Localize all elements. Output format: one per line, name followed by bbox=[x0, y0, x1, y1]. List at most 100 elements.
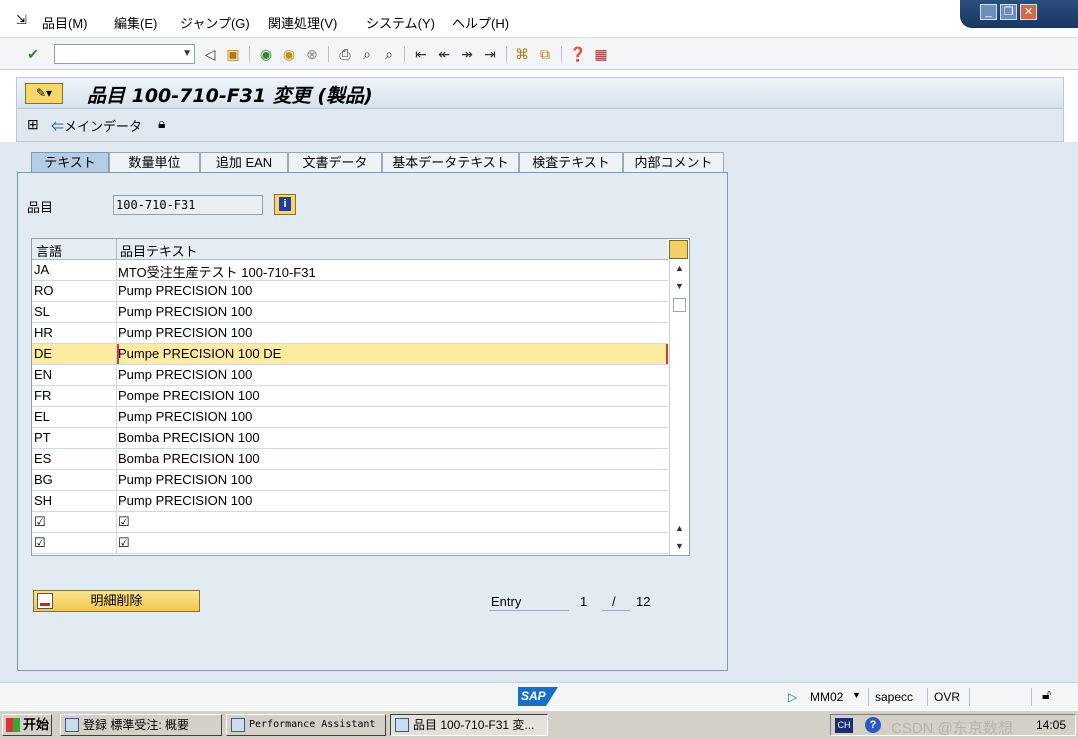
scroll-down-icon[interactable]: ▼ bbox=[673, 280, 686, 293]
additional-data-icon[interactable]: ⊞ bbox=[27, 116, 39, 133]
language-cell[interactable]: ☑ bbox=[34, 535, 46, 551]
print-icon[interactable]: ⎙ bbox=[336, 45, 354, 63]
material-text-cell[interactable]: Pump PRECISION 100 bbox=[118, 493, 252, 508]
restore-button[interactable]: ❐ bbox=[1000, 4, 1017, 20]
language-cell[interactable]: HR bbox=[34, 325, 53, 340]
material-text-cell[interactable]: Pompe PRECISION 100 bbox=[118, 388, 260, 403]
find-next-icon[interactable]: ⌕ bbox=[380, 45, 398, 63]
help-icon[interactable]: ❓ bbox=[569, 45, 587, 63]
material-text-cell[interactable]: ☑ bbox=[118, 535, 130, 551]
table-row[interactable]: EN Pump PRECISION 100 bbox=[32, 365, 668, 386]
column-header-language[interactable]: 言語 bbox=[36, 241, 62, 260]
next-page-icon[interactable]: ↠ bbox=[458, 45, 476, 63]
table-row[interactable]: BG Pump PRECISION 100 bbox=[32, 470, 668, 491]
language-cell[interactable]: FR bbox=[34, 388, 51, 403]
table-row[interactable]: RO Pump PRECISION 100 bbox=[32, 281, 668, 302]
tab-basic-data-text[interactable]: 基本データテキスト bbox=[382, 152, 519, 173]
tab-inspection-text[interactable]: 検査テキスト bbox=[519, 152, 623, 173]
table-row[interactable]: SL Pump PRECISION 100 bbox=[32, 302, 668, 323]
tab-document-data[interactable]: 文書データ bbox=[288, 152, 382, 173]
menu-help[interactable]: ヘルプ(H) bbox=[452, 13, 509, 32]
tab-units-of-measure[interactable]: 数量単位 bbox=[109, 152, 200, 173]
material-text-cell[interactable]: Pump PRECISION 100 bbox=[118, 283, 252, 298]
column-header-material-text[interactable]: 品目テキスト bbox=[120, 241, 198, 260]
tab-additional-ean[interactable]: 追加 EAN bbox=[200, 152, 288, 173]
table-row[interactable]: SH Pump PRECISION 100 bbox=[32, 491, 668, 512]
lock-icon[interactable]: 🔓︎ bbox=[1042, 686, 1051, 703]
scroll-up-icon[interactable]: ▲ bbox=[673, 262, 686, 275]
command-field[interactable]: ▼ bbox=[54, 44, 195, 64]
menu-system[interactable]: システム(Y) bbox=[366, 13, 435, 32]
language-cell[interactable]: ES bbox=[34, 451, 51, 466]
tab-text[interactable]: テキスト bbox=[31, 152, 109, 173]
material-text-cell[interactable]: Bomba PRECISION 100 bbox=[118, 451, 260, 466]
language-cell[interactable]: ☑ bbox=[34, 514, 46, 530]
language-cell[interactable]: SL bbox=[34, 304, 50, 319]
page-down-icon[interactable]: ▼ bbox=[673, 540, 686, 553]
taskbar-item-material-change[interactable]: 品目 100-710-F31 変... bbox=[390, 714, 548, 736]
ime-indicator[interactable]: CH bbox=[835, 718, 853, 733]
menu-goto[interactable]: ジャンプ(G) bbox=[180, 13, 250, 32]
help-icon[interactable]: ? bbox=[865, 717, 881, 733]
menu-material[interactable]: 品目(M) bbox=[42, 13, 88, 32]
table-row[interactable]: DE Pumpe PRECISION 100 DE bbox=[32, 344, 668, 365]
find-icon[interactable]: ⌕ bbox=[358, 45, 376, 63]
start-button[interactable]: 开始 bbox=[2, 714, 52, 736]
command-history-back-icon[interactable]: ◁ bbox=[201, 45, 219, 63]
table-row[interactable]: JA MTO受注生産テスト 100-710-F31 bbox=[32, 260, 668, 281]
table-row[interactable]: FR Pompe PRECISION 100 bbox=[32, 386, 668, 407]
new-session-icon[interactable]: ⌘ bbox=[513, 45, 531, 63]
menu-exit-icon[interactable]: ⇲ bbox=[16, 12, 27, 28]
material-text-cell[interactable]: ☑ bbox=[118, 514, 130, 530]
material-text-cell[interactable]: Pump PRECISION 100 bbox=[118, 472, 252, 487]
minimize-button[interactable]: _ bbox=[980, 4, 997, 20]
table-row[interactable]: EL Pump PRECISION 100 bbox=[32, 407, 668, 428]
material-text-cell[interactable]: MTO受注生産テスト 100-710-F31 bbox=[118, 262, 316, 281]
layout-menu-icon[interactable]: ▦ bbox=[592, 45, 610, 63]
language-cell[interactable]: RO bbox=[34, 283, 54, 298]
language-cell[interactable]: SH bbox=[34, 493, 52, 508]
last-page-icon[interactable]: ⇥ bbox=[481, 45, 499, 63]
previous-page-icon[interactable]: ↞ bbox=[435, 45, 453, 63]
material-text-cell[interactable]: Pump PRECISION 100 bbox=[118, 367, 252, 382]
vertical-scrollbar[interactable]: ▲ ▼ ▲ ▼ bbox=[669, 260, 689, 555]
first-page-icon[interactable]: ⇤ bbox=[412, 45, 430, 63]
page-up-icon[interactable]: ▲ bbox=[673, 522, 686, 535]
material-text-cell[interactable]: Bomba PRECISION 100 bbox=[118, 430, 260, 445]
table-row[interactable]: ES Bomba PRECISION 100 bbox=[32, 449, 668, 470]
taskbar-item-sales-order[interactable]: 登録 標準受注: 概要 bbox=[60, 714, 222, 736]
enter-check-icon[interactable]: ✔ bbox=[24, 45, 42, 63]
chevron-down-icon[interactable]: ▼ bbox=[182, 48, 192, 59]
info-button[interactable]: i bbox=[274, 194, 296, 215]
language-cell[interactable]: EN bbox=[34, 367, 52, 382]
table-row[interactable]: PT Bomba PRECISION 100 bbox=[32, 428, 668, 449]
material-text-cell[interactable]: Pump PRECISION 100 bbox=[118, 325, 252, 340]
cancel-icon[interactable]: ⊗ bbox=[303, 45, 321, 63]
display-change-icon[interactable]: ✎▾ bbox=[25, 83, 63, 104]
table-row[interactable]: ☑ ☑ bbox=[32, 512, 668, 533]
language-cell[interactable]: PT bbox=[34, 430, 51, 445]
insert-mode[interactable]: OVR bbox=[934, 690, 960, 704]
chevron-down-icon[interactable]: ▼ bbox=[852, 690, 861, 700]
main-data-button[interactable]: ⇐メインデータ bbox=[51, 116, 142, 135]
taskbar-item-performance-assistant[interactable]: Performance Assistant bbox=[226, 714, 386, 736]
close-button[interactable]: ✕ bbox=[1020, 4, 1037, 20]
delete-detail-button[interactable]: 明細削除 bbox=[33, 590, 200, 612]
scroll-thumb[interactable] bbox=[673, 298, 686, 312]
status-expand-icon[interactable]: ▷ bbox=[788, 690, 797, 704]
tab-internal-comment[interactable]: 内部コメント bbox=[623, 152, 724, 173]
language-cell[interactable]: BG bbox=[34, 472, 53, 487]
language-cell[interactable]: JA bbox=[34, 262, 49, 277]
table-settings-icon[interactable] bbox=[669, 240, 688, 259]
lock-icon[interactable]: 🔒︎ bbox=[158, 115, 165, 132]
shortcut-icon[interactable]: ⧉ bbox=[536, 45, 554, 63]
save-icon[interactable]: ▣ bbox=[224, 45, 242, 63]
menu-edit[interactable]: 編集(E) bbox=[114, 13, 157, 32]
material-text-cell[interactable]: Pump PRECISION 100 bbox=[118, 304, 252, 319]
language-cell[interactable]: DE bbox=[34, 346, 52, 361]
table-row[interactable]: ☑ ☑ bbox=[32, 533, 668, 554]
table-row[interactable]: HR Pump PRECISION 100 bbox=[32, 323, 668, 344]
back-icon[interactable]: ◉ bbox=[257, 45, 275, 63]
exit-icon[interactable]: ◉ bbox=[280, 45, 298, 63]
material-text-cell[interactable]: Pump PRECISION 100 bbox=[118, 409, 252, 424]
